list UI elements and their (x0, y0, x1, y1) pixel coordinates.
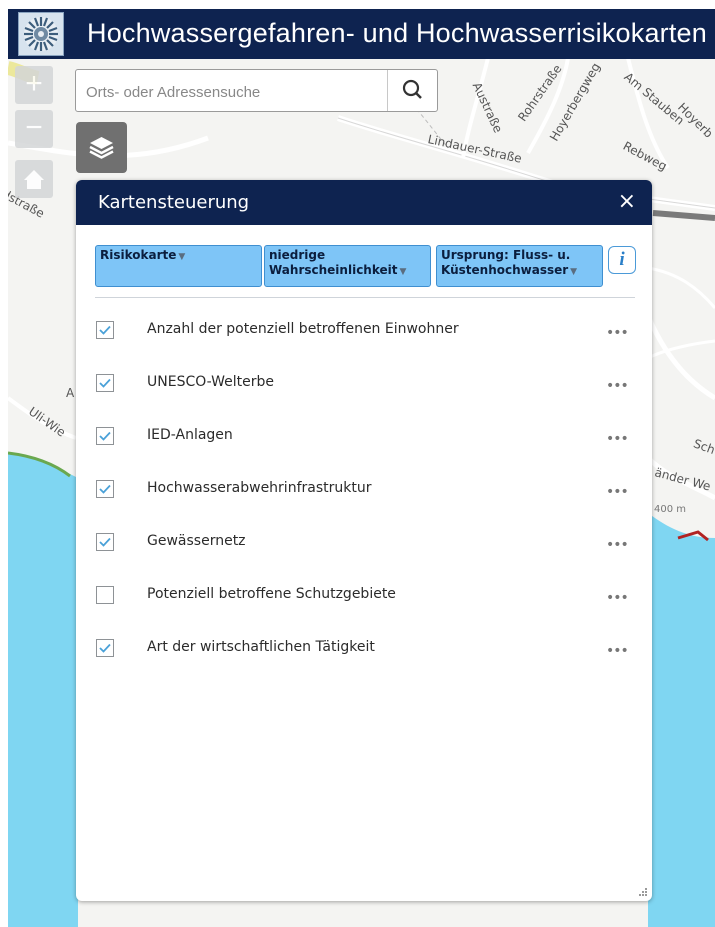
check-icon (99, 537, 111, 547)
layer-label: Art der wirtschaftlichen Tätigkeit (147, 639, 375, 655)
more-options-button[interactable]: ••• (606, 537, 629, 553)
map-type-dropdown[interactable]: Risikokarte ▼ (95, 245, 262, 287)
more-options-button[interactable]: ••• (606, 590, 629, 606)
home-icon (24, 170, 44, 189)
search-icon (402, 79, 422, 99)
layer-checkbox[interactable] (96, 586, 114, 604)
dropdown-label: Risikokarte (100, 248, 177, 262)
search-input[interactable] (84, 78, 388, 106)
more-options-button[interactable]: ••• (606, 325, 629, 341)
home-button[interactable] (15, 160, 53, 198)
app-title: Hochwassergefahren- und Hochwasserrisiko… (87, 18, 707, 48)
dropdown-label-line2: Küstenhochwasser (441, 263, 569, 277)
layer-row: Art der wirtschaftlichen Tätigkeit ••• (76, 634, 652, 664)
layer-checkbox[interactable] (96, 533, 114, 551)
panel-header: Kartensteuerung × (76, 180, 652, 225)
layer-checkbox[interactable] (96, 321, 114, 339)
caret-down-icon: ▼ (570, 267, 578, 277)
probability-dropdown[interactable]: niedrige Wahrscheinlichkeit ▼ (264, 245, 431, 287)
more-options-button[interactable]: ••• (606, 431, 629, 447)
map-control-panel: Kartensteuerung × Risikokarte ▼ niedrige … (76, 180, 652, 901)
layer-row: UNESCO-Welterbe ••• (76, 369, 652, 399)
dropdown-label-line1: niedrige (269, 248, 326, 262)
layer-label: Hochwasserabwehrinfrastruktur (147, 480, 372, 496)
zoom-out-button[interactable]: − (15, 110, 53, 148)
scale-label: 400 m (654, 504, 687, 515)
app-header: Hochwassergefahren- und Hochwasserrisiko… (8, 9, 715, 59)
logo-icon[interactable] (18, 12, 64, 56)
layer-checkbox[interactable] (96, 480, 114, 498)
layer-checkbox[interactable] (96, 427, 114, 445)
layer-label: Gewässernetz (147, 533, 246, 549)
layer-label: IED-Anlagen (147, 427, 233, 443)
resize-handle-icon[interactable] (638, 887, 648, 897)
street-label: A (66, 386, 75, 400)
close-button[interactable]: × (618, 189, 636, 214)
more-options-button[interactable]: ••• (606, 643, 629, 659)
layer-label: UNESCO-Welterbe (147, 374, 275, 390)
info-button[interactable]: i (608, 246, 636, 274)
layer-row: IED-Anlagen ••• (76, 422, 652, 452)
check-icon (99, 378, 111, 388)
layer-row: Potenziell betroffene Schutzgebiete ••• (76, 581, 652, 611)
check-icon (99, 325, 111, 335)
layers-button[interactable] (76, 122, 127, 173)
zoom-in-button[interactable]: + (15, 66, 53, 104)
panel-title: Kartensteuerung (98, 192, 250, 213)
more-options-button[interactable]: ••• (606, 484, 629, 500)
layer-row: Gewässernetz ••• (76, 528, 652, 558)
check-icon (99, 643, 111, 653)
search-button[interactable] (387, 70, 437, 111)
layer-row: Anzahl der potenziell betroffenen Einwoh… (76, 316, 652, 346)
layer-label: Potenziell betroffene Schutzgebiete (147, 586, 396, 602)
more-options-button[interactable]: ••• (606, 378, 629, 394)
layers-icon (89, 137, 114, 159)
caret-down-icon: ▼ (399, 267, 407, 277)
layer-checkbox[interactable] (96, 374, 114, 392)
dropdown-label-line2: Wahrscheinlichkeit (269, 263, 398, 277)
check-icon (99, 431, 111, 441)
caret-down-icon: ▼ (178, 252, 186, 262)
check-icon (99, 484, 111, 494)
origin-dropdown[interactable]: Ursprung: Fluss- u. Küstenhochwasser ▼ (436, 245, 603, 287)
layer-checkbox[interactable] (96, 639, 114, 657)
layer-label: Anzahl der potenziell betroffenen Einwoh… (147, 321, 459, 337)
dropdown-label-line1: Ursprung: Fluss- u. (441, 248, 571, 262)
layer-row: Hochwasserabwehrinfrastruktur ••• (76, 475, 652, 505)
divider (95, 297, 635, 298)
info-icon: i (619, 249, 625, 270)
search-box (75, 69, 438, 112)
